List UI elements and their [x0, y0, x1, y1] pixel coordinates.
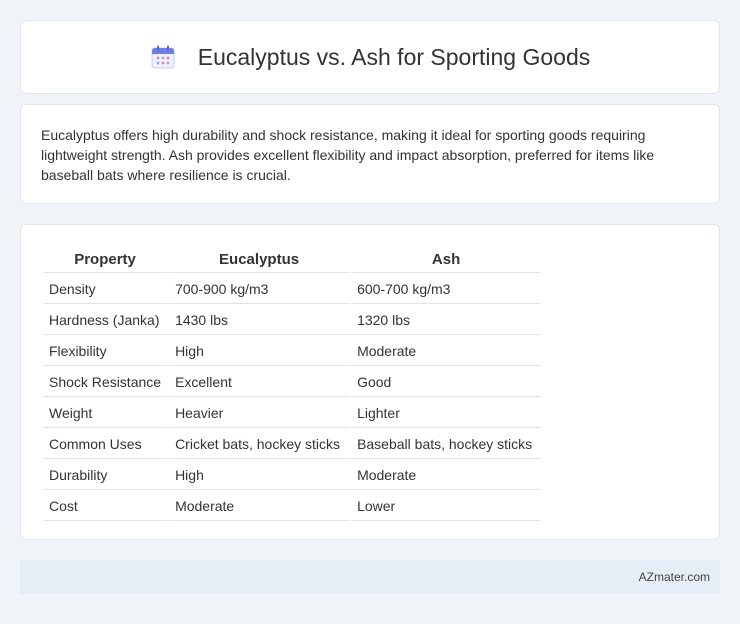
column-header-ash: Ash	[351, 247, 542, 273]
table-row: Hardness (Janka) 1430 lbs 1320 lbs	[43, 306, 542, 335]
calendar-icon	[150, 44, 176, 70]
table-row: Common Uses Cricket bats, hockey sticks …	[43, 430, 542, 459]
table-row: Cost Moderate Lower	[43, 492, 542, 521]
eucalyptus-cell: High	[169, 337, 350, 366]
ash-cell: Moderate	[351, 461, 542, 490]
property-cell: Weight	[43, 399, 168, 428]
eucalyptus-cell: 1430 lbs	[169, 306, 350, 335]
ash-cell: Moderate	[351, 337, 542, 366]
eucalyptus-cell: Excellent	[169, 368, 350, 397]
ash-cell: Good	[351, 368, 542, 397]
ash-cell: 600-700 kg/m3	[351, 275, 542, 304]
property-cell: Shock Resistance	[43, 368, 168, 397]
property-cell: Density	[43, 275, 168, 304]
eucalyptus-cell: Moderate	[169, 492, 350, 521]
ash-cell: 1320 lbs	[351, 306, 542, 335]
table-header-row: Property Eucalyptus Ash	[43, 247, 542, 273]
eucalyptus-cell: Cricket bats, hockey sticks	[169, 430, 350, 459]
intro-card: Eucalyptus offers high durability and sh…	[20, 104, 720, 204]
table-row: Density 700-900 kg/m3 600-700 kg/m3	[43, 275, 542, 304]
property-cell: Cost	[43, 492, 168, 521]
column-header-eucalyptus: Eucalyptus	[169, 247, 350, 273]
intro-paragraph: Eucalyptus offers high durability and sh…	[41, 127, 655, 183]
page-title: Eucalyptus vs. Ash for Sporting Goods	[197, 43, 591, 70]
footer: AZmater.com	[20, 560, 720, 594]
ash-cell: Lower	[351, 492, 542, 521]
comparison-table: Property Eucalyptus Ash Density 700-900 …	[41, 245, 543, 523]
property-cell: Hardness (Janka)	[43, 306, 168, 335]
column-header-property: Property	[43, 247, 168, 273]
ash-cell: Lighter	[351, 399, 542, 428]
table-row: Durability High Moderate	[43, 461, 542, 490]
property-cell: Common Uses	[43, 430, 168, 459]
table-row: Weight Heavier Lighter	[43, 399, 542, 428]
footer-brand-link[interactable]: AZmater.com	[639, 570, 710, 584]
property-cell: Durability	[43, 461, 168, 490]
eucalyptus-cell: High	[169, 461, 350, 490]
comparison-card: Property Eucalyptus Ash Density 700-900 …	[20, 224, 720, 540]
property-cell: Flexibility	[43, 337, 168, 366]
table-row: Flexibility High Moderate	[43, 337, 542, 366]
eucalyptus-cell: Heavier	[169, 399, 350, 428]
ash-cell: Baseball bats, hockey sticks	[351, 430, 542, 459]
table-row: Shock Resistance Excellent Good	[43, 368, 542, 397]
header-card: Eucalyptus vs. Ash for Sporting Goods	[20, 20, 720, 94]
eucalyptus-cell: 700-900 kg/m3	[169, 275, 350, 304]
